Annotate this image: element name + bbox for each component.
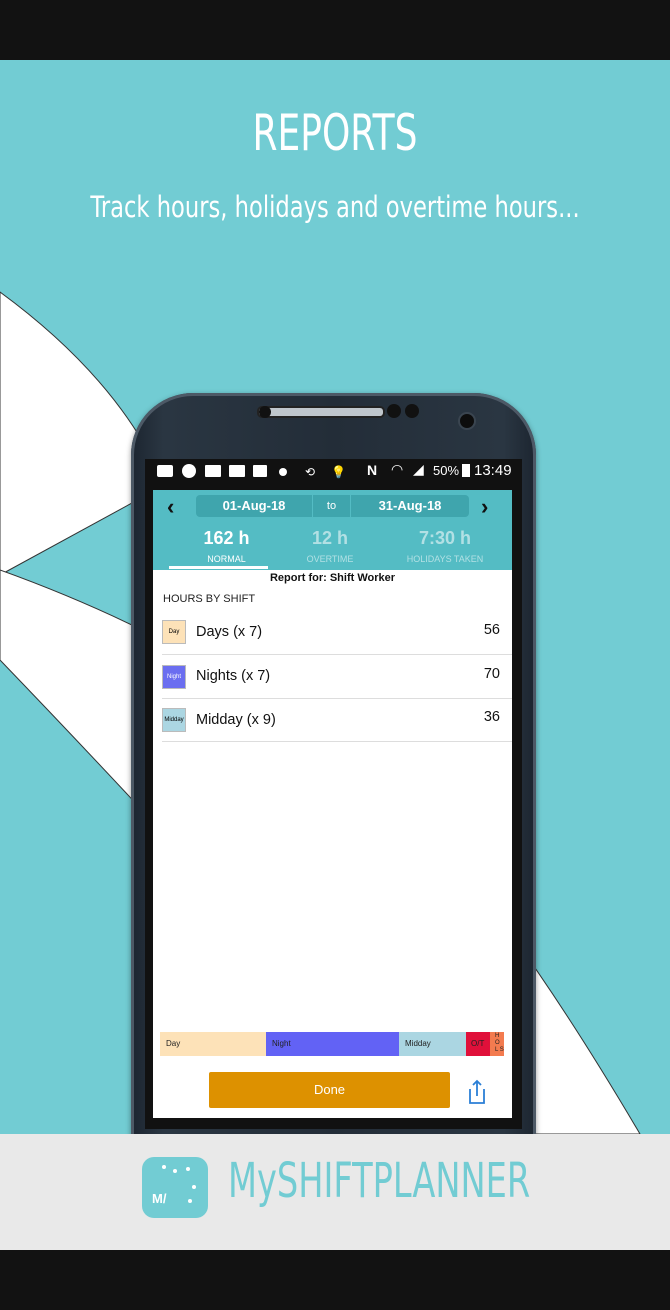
brand-logo-icon: M/ [142, 1157, 208, 1218]
report-for: Report for: Shift Worker [269, 572, 396, 584]
shift-swatch: Night [162, 665, 186, 689]
shift-hours: 56 [483, 622, 500, 638]
holidays-label: HOLIDAYS TAKEN [406, 554, 484, 564]
share-icon-svg [469, 1079, 485, 1104]
battery-percent: 50% [433, 463, 460, 478]
page-headline: REPORTS [252, 104, 418, 162]
holidays-hours: 7:30 h [418, 528, 472, 548]
shift-label: Midday (x 9) [196, 712, 276, 728]
clock: 13:49 [474, 462, 512, 479]
section-title: HOURS BY SHIFT [163, 593, 256, 605]
brand-logo-svg [162, 1165, 196, 1203]
brand-name: MySHIFTPLANNER [228, 1153, 531, 1209]
overtime-hours: 12 h [311, 528, 349, 548]
shift-swatch: Midday [162, 708, 186, 732]
tab-overtime[interactable]: 12 h OVERTIME [275, 528, 385, 564]
tab-normal[interactable]: 162 h NORMAL [169, 528, 284, 569]
nfc-icon: N [367, 462, 378, 478]
shift-hours: 36 [483, 709, 500, 725]
end-date[interactable]: 31-Aug-18 [351, 495, 469, 517]
signal-icon: ◢ [413, 461, 424, 477]
bar-segment-holidays: H O L S [490, 1032, 504, 1056]
battery-icon [462, 464, 470, 477]
start-date[interactable]: 01-Aug-18 [196, 495, 312, 517]
report-header: ‹ 01-Aug-18 to 31-Aug-18 › 162 h NORMAL … [153, 490, 512, 570]
shift-row-midday[interactable]: Midday Midday (x 9) 36 [162, 698, 512, 742]
prev-period-button[interactable]: ‹ [167, 494, 174, 520]
bar-segment-overtime: O/T [466, 1032, 490, 1056]
shift-hours: 70 [483, 666, 500, 682]
bar-segment-night: Night [266, 1032, 399, 1056]
active-tab-indicator [169, 566, 268, 569]
shift-row-day[interactable]: Day Days (x 7) 56 [162, 611, 512, 655]
bar-segment-day: Day [160, 1032, 266, 1056]
shift-row-night[interactable]: Night Nights (x 7) 70 [162, 655, 512, 699]
shift-label: Days (x 7) [196, 624, 263, 640]
normal-label: NORMAL [207, 554, 246, 564]
phone-sensor-3 [405, 404, 419, 418]
notification-icons: ⟲ 💡 [155, 463, 355, 480]
shift-label: Nights (x 7) [196, 668, 271, 684]
shift-swatch: Day [162, 620, 186, 644]
tab-holidays[interactable]: 7:30 h HOLIDAYS TAKEN [389, 528, 501, 564]
status-bar: ⟲ 💡 N ◠ ◢ 50% 13:49 [145, 459, 522, 484]
phone-sensor [259, 406, 271, 418]
share-icon[interactable] [466, 1079, 488, 1105]
svg-text:⟲: ⟲ [305, 465, 315, 479]
svg-text:💡: 💡 [331, 465, 346, 479]
notification-icons-svg: ⟲ 💡 [157, 464, 346, 479]
next-period-button[interactable]: › [481, 494, 488, 520]
app-screen: ‹ 01-Aug-18 to 31-Aug-18 › 162 h NORMAL … [153, 490, 512, 1118]
bar-segment-midday: Midday [399, 1032, 466, 1056]
date-separator: to [313, 495, 350, 517]
page-subline: Track hours, holidays and overtime hours… [90, 190, 580, 224]
normal-hours: 162 h [203, 528, 250, 548]
phone-sensor-2 [387, 404, 401, 418]
done-button[interactable]: Done [209, 1072, 450, 1108]
wifi-icon: ◠ [391, 461, 404, 477]
brand-logo-mark: M/ [152, 1191, 167, 1206]
front-camera [458, 412, 476, 430]
overtime-label: OVERTIME [306, 554, 354, 564]
phone-speaker [257, 406, 385, 418]
